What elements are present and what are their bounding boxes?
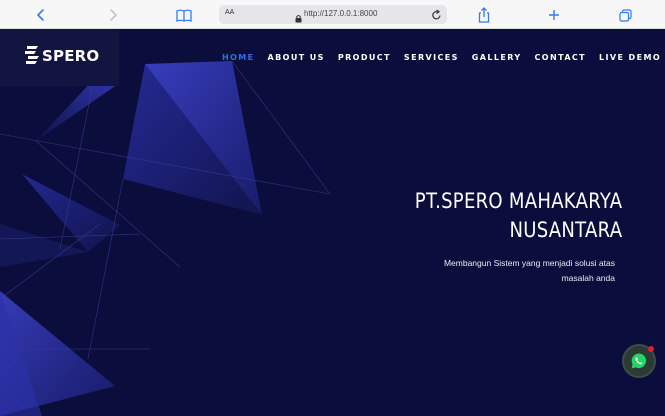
nav-gallery[interactable]: GALLERY (472, 53, 522, 62)
text-size-button[interactable]: AA (225, 9, 234, 16)
bookmarks-icon[interactable] (175, 5, 193, 25)
lock-icon (295, 10, 302, 28)
hero-section: SPERO HOME ABOUT US PRODUCT SERVICES GAL… (0, 29, 665, 416)
forward-icon[interactable] (106, 5, 120, 25)
nav-services[interactable]: SERVICES (404, 53, 459, 62)
browser-toolbar: AA http://127.0.0.1:8000 (0, 0, 665, 29)
nav-live-demo[interactable]: LIVE DEMO (599, 53, 661, 62)
tabs-icon[interactable] (618, 5, 632, 25)
url-text: http://127.0.0.1:8000 (304, 9, 378, 18)
reload-icon[interactable] (431, 8, 442, 26)
back-icon[interactable] (34, 5, 48, 25)
share-icon[interactable] (477, 5, 491, 25)
logo-mark-icon (25, 46, 39, 64)
notification-dot (648, 346, 654, 352)
logo-text: SPERO (42, 47, 100, 65)
hero-subtitle-line-2: masalah anda (561, 273, 615, 283)
hero-title: PT.SPERO MAHAKARYA NUSANTARA (414, 187, 622, 245)
nav-product[interactable]: PRODUCT (338, 53, 391, 62)
main-nav: HOME ABOUT US PRODUCT SERVICES GALLERY C… (222, 53, 665, 62)
address-bar[interactable]: AA http://127.0.0.1:8000 (219, 5, 447, 24)
nav-about-us[interactable]: ABOUT US (268, 53, 325, 62)
hero-title-line-2: NUSANTARA (509, 218, 622, 242)
nav-contact[interactable]: CONTACT (535, 53, 587, 62)
new-tab-icon[interactable] (547, 5, 561, 25)
hero-subtitle-line-1: Membangun Sistem yang menjadi solusi ata… (443, 258, 615, 268)
logo[interactable]: SPERO (0, 29, 119, 86)
hero-title-line-1: PT.SPERO MAHAKARYA (414, 189, 622, 213)
whatsapp-icon (631, 353, 647, 369)
nav-home[interactable]: HOME (222, 53, 255, 62)
hero-subtitle: Membangun Sistem yang menjadi solusi ata… (395, 256, 615, 286)
